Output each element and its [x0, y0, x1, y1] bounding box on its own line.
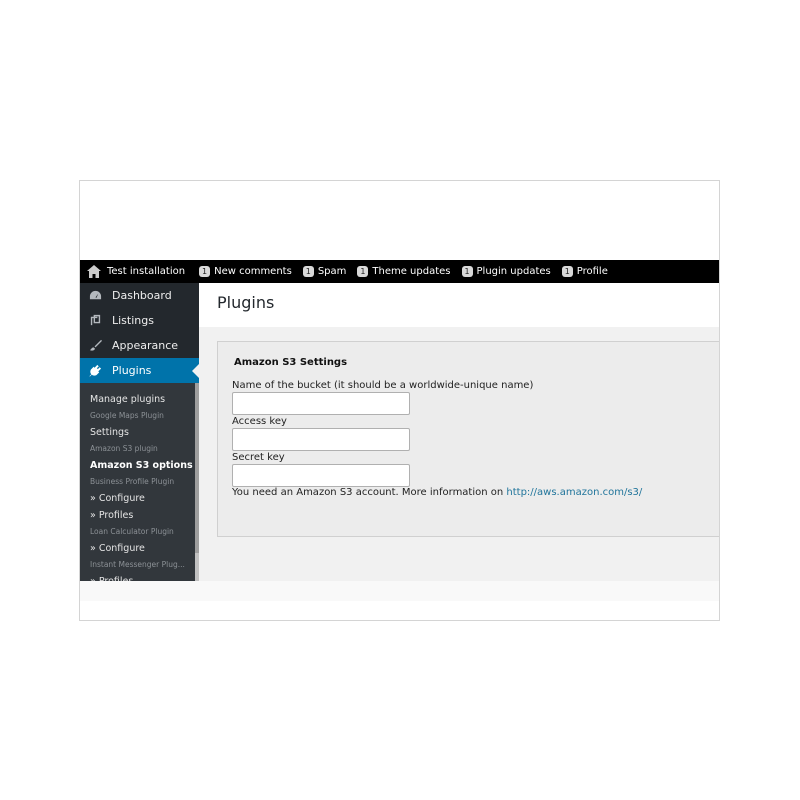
- submenu-manage-plugins[interactable]: Manage plugins: [80, 391, 195, 408]
- submenu-google-maps-settings[interactable]: Settings: [80, 424, 195, 441]
- submenu-group-google-maps: Google Maps Plugin: [90, 411, 164, 420]
- sidebar-item-label: Dashboard: [112, 289, 172, 302]
- listings-icon: [88, 314, 102, 328]
- sidebar-item-plugins[interactable]: Plugins: [80, 358, 199, 383]
- submenu-business-configure[interactable]: » Configure: [80, 490, 195, 507]
- toolbar-plugin-updates[interactable]: 1 Plugin updates: [461, 266, 551, 277]
- aws-s3-link[interactable]: http://aws.amazon.com/s3/: [506, 487, 642, 498]
- amazon-s3-settings-panel: Amazon S3 Settings Name of the bucket (i…: [217, 341, 719, 537]
- submenu-group-amazon-s3: Amazon S3 plugin: [90, 444, 158, 453]
- dashboard-icon: [88, 289, 102, 303]
- count-badge: 1: [357, 266, 369, 277]
- footer-strip: [80, 581, 719, 601]
- count-badge: 1: [302, 266, 314, 277]
- home-icon[interactable]: [87, 265, 101, 278]
- screenshot-frame: Test installation 1 New comments 1 Spam …: [79, 180, 720, 621]
- plugin-icon: [88, 364, 102, 378]
- secret-key-label: Secret key: [232, 452, 285, 463]
- count-badge: 1: [461, 266, 473, 277]
- toolbar-item-label: Theme updates: [372, 266, 451, 277]
- sidebar-item-label: Plugins: [112, 364, 152, 377]
- settings-heading: Amazon S3 Settings: [234, 357, 348, 368]
- paintbrush-icon: [88, 339, 102, 353]
- access-key-input[interactable]: [232, 428, 410, 451]
- info-message: You need an Amazon S3 account. More info…: [232, 487, 507, 498]
- count-badge: 1: [561, 266, 573, 277]
- plugins-submenu: Manage plugins Google Maps Plugin Settin…: [80, 383, 195, 581]
- access-key-label: Access key: [232, 416, 287, 427]
- main-content: Amazon S3 Settings Name of the bucket (i…: [199, 327, 719, 581]
- toolbar-item-label: New comments: [214, 266, 292, 277]
- submenu-amazon-s3-options[interactable]: Amazon S3 options: [80, 457, 195, 474]
- sidebar-item-label: Listings: [112, 314, 154, 327]
- toolbar-item-label: Spam: [317, 266, 347, 277]
- sidebar-item-listings[interactable]: Listings: [80, 308, 199, 333]
- admin-toolbar: Test installation 1 New comments 1 Spam …: [80, 260, 719, 283]
- count-badge: 1: [199, 266, 211, 277]
- bucket-name-input[interactable]: [232, 392, 410, 415]
- toolbar-theme-updates[interactable]: 1 Theme updates: [357, 266, 451, 277]
- submenu-group-business-profile: Business Profile Plugin: [90, 477, 175, 486]
- admin-sidebar: Dashboard Listings Appearance Plugins Ma…: [80, 283, 199, 581]
- submenu-business-profiles[interactable]: » Profiles: [80, 507, 195, 524]
- submenu-group-loan-calculator: Loan Calculator Plugin: [90, 527, 174, 536]
- site-name-link[interactable]: Test installation: [107, 266, 185, 277]
- toolbar-item-label: Profile: [576, 266, 608, 277]
- sidebar-item-dashboard[interactable]: Dashboard: [80, 283, 199, 308]
- sidebar-item-appearance[interactable]: Appearance: [80, 333, 199, 358]
- toolbar-spam[interactable]: 1 Spam: [302, 266, 347, 277]
- secret-key-input[interactable]: [232, 464, 410, 487]
- toolbar-profile[interactable]: 1 Profile: [561, 266, 608, 277]
- page-header: Plugins: [199, 283, 719, 327]
- bucket-name-label: Name of the bucket (it should be a world…: [232, 380, 534, 391]
- info-text: You need an Amazon S3 account. More info…: [232, 487, 642, 498]
- toolbar-item-label: Plugin updates: [476, 266, 551, 277]
- sidebar-item-label: Appearance: [112, 339, 179, 352]
- submenu-loan-configure[interactable]: » Configure: [80, 540, 195, 557]
- submenu-group-instant-messenger: Instant Messenger Plug...: [90, 560, 185, 569]
- page-title: Plugins: [217, 293, 275, 312]
- submenu-messenger-profiles[interactable]: » Profiles: [80, 573, 195, 581]
- toolbar-new-comments[interactable]: 1 New comments: [199, 266, 292, 277]
